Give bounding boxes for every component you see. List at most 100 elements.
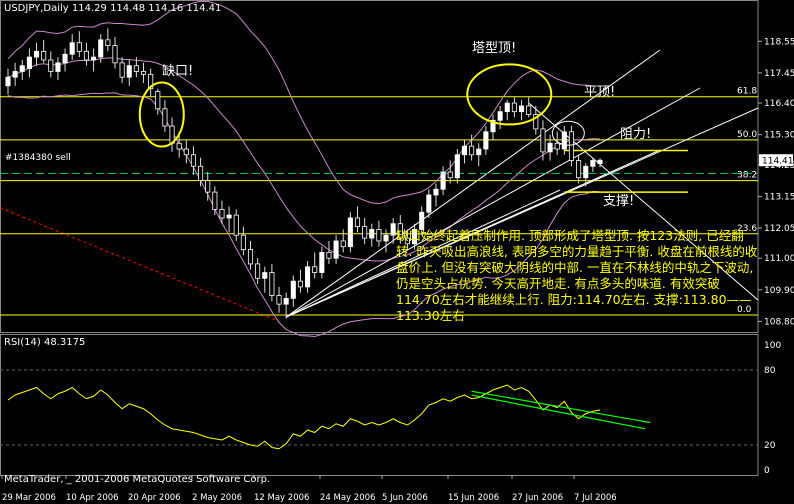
- candle-body: [583, 165, 589, 179]
- candle-body: [469, 145, 475, 156]
- y-tick-label: 116.40: [764, 99, 794, 109]
- x-tick-label: 29 Mar 2006: [2, 493, 56, 503]
- y-tick-label: 115.30: [764, 131, 794, 141]
- candle-body: [483, 131, 489, 150]
- candle-body: [83, 50, 89, 61]
- candle-body: [440, 171, 446, 190]
- candle-body: [497, 111, 503, 121]
- x-tick-label: 5 Jun 2006: [382, 493, 428, 503]
- candle-body: [290, 280, 296, 299]
- candle-body: [576, 160, 582, 179]
- x-tick-label: 20 Apr 2006: [128, 493, 181, 503]
- rsi-title: RSI(14) 48.3175: [4, 337, 86, 348]
- y-tick-label: 118.55: [764, 37, 794, 47]
- candle-body: [198, 165, 204, 182]
- candle-body: [12, 71, 18, 78]
- gap-circle: [138, 81, 185, 148]
- candle-body: [98, 39, 104, 58]
- candle-body: [568, 131, 575, 161]
- candle-body: [340, 240, 346, 248]
- x-tick-label: 10 Apr 2006: [66, 493, 119, 503]
- candle-body: [319, 252, 325, 273]
- x-tick-label: 15 Jun 2006: [448, 493, 499, 503]
- candle-body: [554, 142, 560, 150]
- candle-body: [347, 217, 353, 248]
- candle-body: [305, 266, 311, 288]
- candle-body: [48, 59, 54, 72]
- rsi-tick-label: 100: [764, 341, 781, 351]
- x-tick-label: 24 May 2006: [320, 493, 375, 503]
- candle-body: [354, 217, 361, 227]
- candle-body: [326, 252, 332, 259]
- candle-body: [226, 214, 232, 219]
- candle-body: [476, 148, 482, 156]
- candle-body: [76, 42, 82, 52]
- y-tick-label: 109.90: [764, 286, 794, 296]
- candle-body: [41, 50, 47, 61]
- x-tick-label: 12 May 2006: [254, 493, 309, 503]
- candle-body: [133, 65, 139, 72]
- candle-body: [69, 42, 75, 55]
- rsi-panel-frame: [0, 334, 759, 476]
- x-tick-label: 27 Jun 2006: [512, 493, 563, 503]
- candle-body: [176, 142, 182, 150]
- candle-body: [247, 249, 254, 265]
- candle-body: [504, 102, 510, 113]
- candle-body: [547, 142, 553, 153]
- candle-body: [597, 159, 603, 165]
- candle-body: [461, 145, 468, 156]
- candle-body: [140, 71, 147, 75]
- resistance-annotation: 阻力!: [620, 127, 652, 142]
- chart-window: 61.8 50.0 38.2 23.6 0.0 118.55 117.45 116.40 115…: [0, 0, 794, 504]
- candle-body: [519, 105, 525, 113]
- candle-body: [112, 45, 118, 64]
- candle-body: [454, 154, 460, 179]
- candle-body: [162, 108, 168, 127]
- candle-body: [333, 240, 339, 259]
- rsi-channel-upper: [471, 390, 651, 424]
- candle-body: [369, 229, 375, 239]
- tower-top-circle: [466, 63, 553, 126]
- fib-level-label: 61.8: [737, 87, 757, 97]
- candle-body: [255, 263, 261, 279]
- chart-title: USDJPY,Daily 114.29 114.48 114.16 114.41: [4, 3, 222, 14]
- candle-body: [590, 160, 596, 167]
- fib-level-label: 50.0: [737, 130, 757, 140]
- candle-body: [269, 272, 275, 296]
- candle-body: [447, 171, 453, 179]
- candle-body: [426, 194, 432, 213]
- tower-top-annotation: 塔型顶!: [472, 41, 517, 56]
- candle-body: [433, 188, 439, 196]
- candle-body: [283, 297, 289, 305]
- y-tick-label: 112.05: [764, 224, 794, 234]
- candle-body: [262, 272, 268, 279]
- rsi-tick-label: 80: [764, 366, 776, 376]
- candle-body: [190, 154, 196, 167]
- candle-body: [55, 62, 61, 72]
- flat-top-annotation: 平顶!: [584, 85, 616, 100]
- candle-body: [126, 65, 132, 78]
- candle-body: [526, 105, 532, 115]
- candle-body: [276, 295, 282, 305]
- candle-body: [19, 65, 25, 72]
- candle-body: [119, 62, 125, 78]
- candle-body: [233, 214, 239, 236]
- candle-body: [297, 280, 303, 288]
- candle-body: [390, 223, 396, 236]
- y-tick-label: 111.00: [764, 254, 794, 264]
- candle-body: [212, 191, 218, 210]
- analysis-comment: 缺口始终起着压制作用. 顶部形成了塔型顶. 按123法则, 已经翻转. 昨天吸出…: [396, 228, 758, 323]
- candle-body: [312, 266, 318, 273]
- support-annotation: 支撑!: [603, 194, 635, 209]
- rsi-tick-label: 20: [764, 441, 776, 451]
- x-tick-label: 2 May 2006: [192, 493, 242, 503]
- gap-annotation: 缺口!: [162, 64, 194, 79]
- rsi-line: [7, 384, 601, 450]
- candle-body: [105, 39, 111, 46]
- candle-body: [240, 234, 246, 250]
- candle-body: [419, 211, 425, 230]
- candle-body: [26, 56, 32, 69]
- candle-body: [376, 229, 382, 242]
- candle-body: [383, 234, 389, 242]
- y-tick-label: 113.15: [764, 192, 794, 202]
